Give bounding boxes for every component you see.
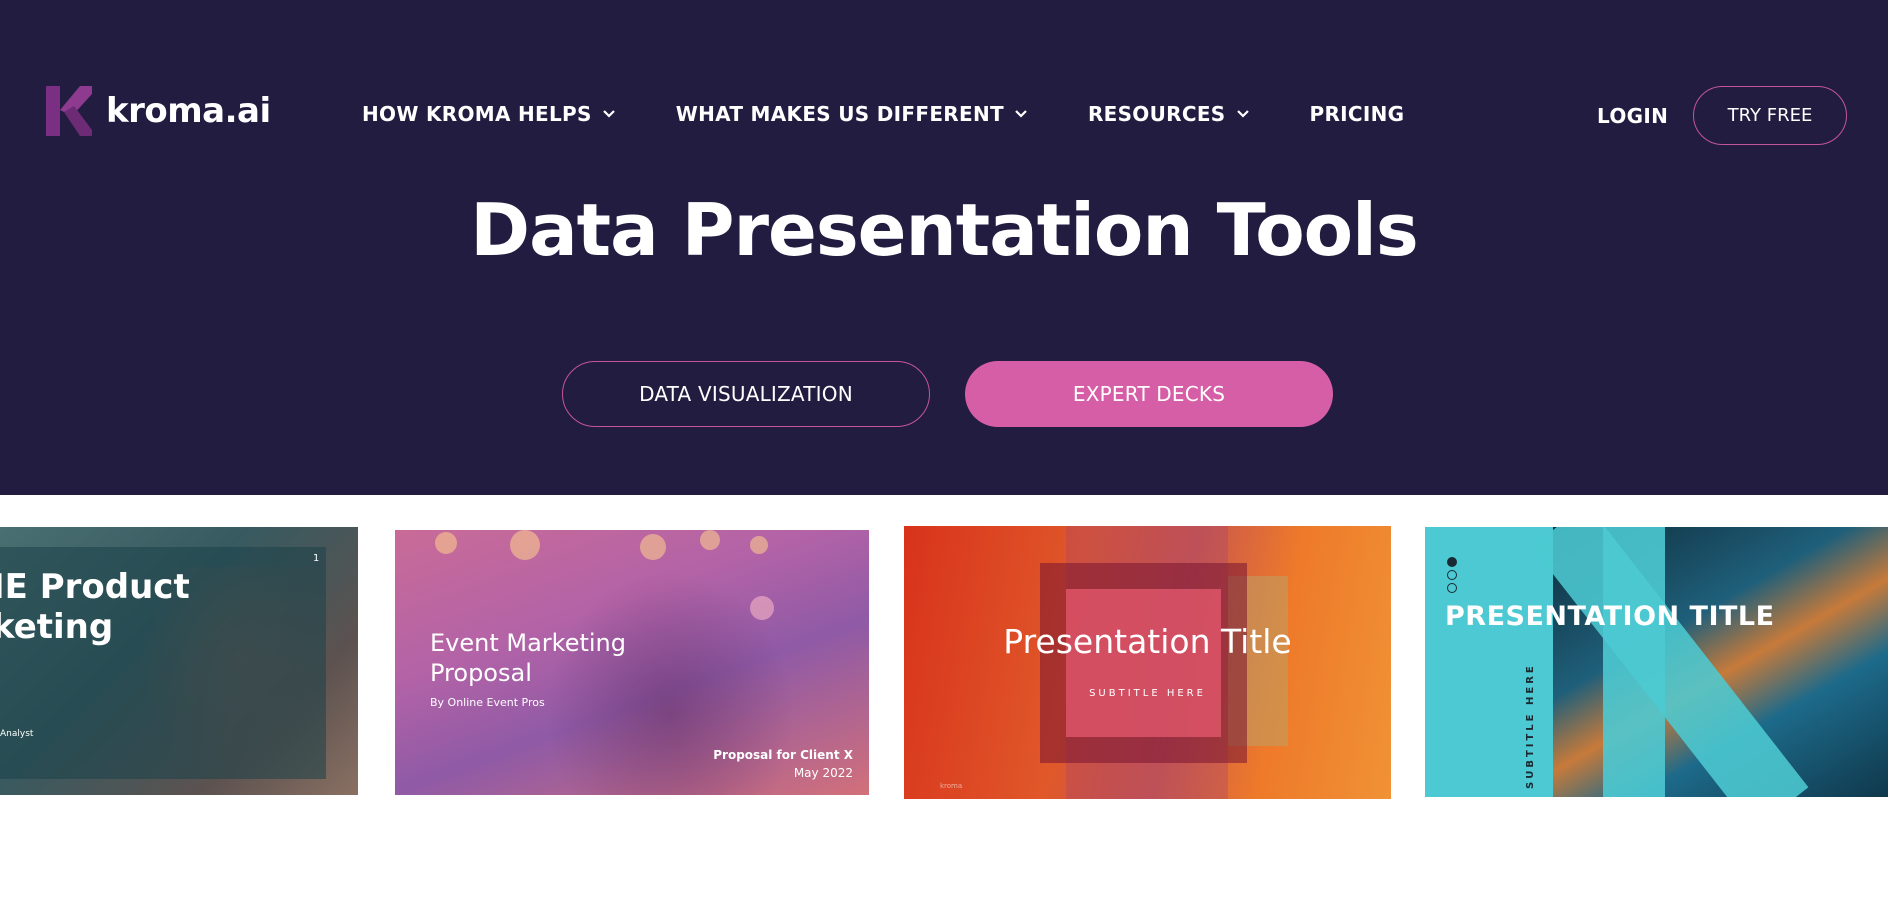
dot [1447,570,1457,580]
hero-section: kroma.ai HOW KROMA HELPS WHAT MAKES US D… [0,0,1888,495]
nav-label: PRICING [1309,102,1405,126]
nav-label: WHAT MAKES US DIFFERENT [675,102,1004,126]
dot [1447,557,1457,567]
stage-light [435,532,457,554]
slide-subtitle: SUBTITLE HERE [1089,688,1206,699]
slide-product-marketing[interactable]: IE Product keting 1 Analyst [0,527,358,795]
slide-inner-frame [1066,589,1221,737]
slide-title: IE Product keting [0,567,190,647]
data-visualization-button[interactable]: DATA VISUALIZATION [562,361,930,427]
slide-page-number: 1 [313,553,320,564]
dot [1447,583,1457,593]
slide-client: Proposal for Client X [713,748,853,762]
nav-what-makes-us-different[interactable]: WHAT MAKES US DIFFERENT [676,102,1028,126]
chevron-down-icon [602,110,615,118]
slide-footer: kroma [940,782,963,790]
slide-title-line: IE Product [0,567,190,607]
nav-resources[interactable]: RESOURCES [1088,102,1250,126]
slide-footer: Analyst [0,729,34,739]
kroma-k-logo-icon [46,86,92,136]
logo-text: kroma.ai [106,91,271,131]
expert-decks-button[interactable]: EXPERT DECKS [965,361,1333,427]
slide-title-line: Event Marketing [430,629,626,657]
stage-light [700,530,720,550]
main-nav: HOW KROMA HELPS WHAT MAKES US DIFFERENT … [362,102,1404,126]
chevron-down-icon [1236,110,1249,118]
try-free-button[interactable]: TRY FREE [1693,86,1847,145]
slide-title: Event Marketing Proposal [430,628,626,688]
slide-title-line: Proposal [430,659,532,687]
nav-label: RESOURCES [1087,102,1226,126]
slide-subtitle: SUBTITLE HERE [1525,663,1536,789]
slide-presentation-title-highway[interactable]: PRESENTATION TITLE SUBTITLE HERE [1425,527,1888,797]
stage-light [640,534,666,560]
slide-date: May 2022 [793,766,853,780]
slide-presentation-title-canyon[interactable]: Presentation Title SUBTITLE HERE kroma [904,526,1391,799]
nav-pricing[interactable]: PRICING [1310,102,1405,126]
chevron-down-icon [1015,110,1027,118]
slide-title: Presentation Title [1003,622,1292,661]
page-title: Data Presentation Tools [470,188,1418,272]
slide-event-marketing[interactable]: Event Marketing Proposal By Online Event… [395,530,869,795]
login-link[interactable]: LOGIN [1597,104,1668,128]
kroma-logo[interactable]: kroma.ai [46,86,271,136]
stage-light [510,530,540,560]
nav-how-kroma-helps[interactable]: HOW KROMA HELPS [362,102,616,126]
nav-label: HOW KROMA HELPS [362,102,592,126]
slide-dots-icon [1447,557,1459,593]
slide-title-line: keting [0,607,114,647]
stage-light [750,536,768,554]
slide-byline: By Online Event Pros [430,696,545,709]
slide-title: PRESENTATION TITLE [1445,601,1775,632]
